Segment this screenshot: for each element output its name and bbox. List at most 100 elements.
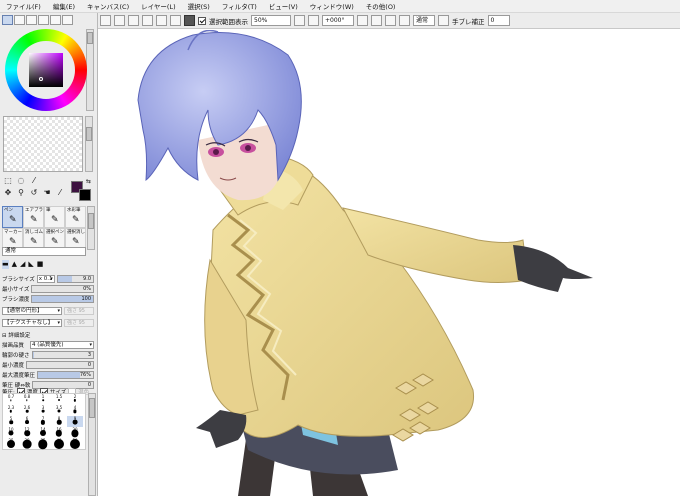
size-preset[interactable]: 5 bbox=[3, 416, 19, 427]
size-preset[interactable]: 1 bbox=[35, 394, 51, 405]
min-density-slider[interactable]: 0 bbox=[26, 360, 94, 369]
size-preset[interactable]: 1.5 bbox=[51, 394, 67, 405]
rotate-reset-button[interactable] bbox=[385, 15, 396, 26]
invert-selection-button[interactable] bbox=[128, 15, 139, 26]
brush-tool-pen[interactable]: ペン ✎ bbox=[2, 206, 23, 228]
swatch-mode-icon[interactable] bbox=[38, 15, 49, 25]
saturation-value-square[interactable] bbox=[29, 53, 63, 87]
clear-button[interactable] bbox=[184, 15, 195, 26]
scratchpad[interactable] bbox=[3, 116, 83, 172]
shape-round-icon[interactable]: ▲ bbox=[12, 260, 17, 269]
size-preset[interactable]: 0.7 bbox=[3, 394, 19, 405]
eyedropper-icon[interactable]: ⁄ bbox=[54, 187, 66, 198]
zoom-icon[interactable]: ⚲ bbox=[15, 187, 27, 198]
shape-square-icon[interactable]: ■ bbox=[37, 260, 44, 269]
brush-tool-airbrush[interactable]: エアブラシ ✎ bbox=[23, 206, 44, 228]
lasso-icon[interactable]: ◌ bbox=[15, 175, 27, 186]
size-preset[interactable]: 9 bbox=[67, 416, 83, 427]
min-size-slider[interactable]: 0% bbox=[31, 284, 94, 293]
hand-rotate-icon[interactable]: ↺ bbox=[28, 187, 40, 198]
swap-colors-icon[interactable]: ⇆ bbox=[86, 178, 91, 185]
size-preset[interactable]: 7 bbox=[35, 416, 51, 427]
shape-flat-icon[interactable]: ▬ bbox=[2, 259, 9, 269]
color-wheel-mode-icon[interactable] bbox=[2, 15, 13, 25]
flip-button[interactable] bbox=[399, 15, 410, 26]
size-preset[interactable]: 50 bbox=[67, 438, 83, 450]
brush-density-slider[interactable]: 100 bbox=[31, 294, 94, 303]
size-preset-label: 2 bbox=[73, 394, 77, 399]
size-preset[interactable]: 3.5 bbox=[51, 405, 67, 416]
size-preset[interactable]: 20 bbox=[67, 427, 83, 438]
stabilizer-field[interactable]: 0 bbox=[487, 15, 510, 26]
detail-settings-header[interactable]: ⊟ 詳細設定 bbox=[2, 331, 30, 339]
menu-item[interactable]: ファイル(F) bbox=[6, 1, 41, 11]
hand-icon[interactable]: ☚ bbox=[41, 187, 53, 198]
texture-select[interactable]: 【テクスチャなし】 bbox=[2, 318, 62, 327]
size-preset[interactable]: 8 bbox=[51, 416, 67, 427]
color-picker-marker[interactable] bbox=[39, 77, 43, 81]
brush-size-multiplier[interactable]: x 0.1 bbox=[36, 274, 55, 283]
transform-button[interactable] bbox=[142, 15, 153, 26]
size-preset[interactable]: 2.6 bbox=[19, 405, 35, 416]
size-preset[interactable]: 12 bbox=[19, 427, 35, 438]
size-preset[interactable]: 0.8 bbox=[19, 394, 35, 405]
free-transform-button[interactable] bbox=[170, 15, 181, 26]
scale-button[interactable] bbox=[156, 15, 167, 26]
size-preset[interactable]: 14 bbox=[35, 427, 51, 438]
size-preset[interactable]: 30 bbox=[19, 438, 35, 449]
selection-visible-checkbox[interactable] bbox=[198, 16, 206, 25]
blend-select[interactable]: 通常 bbox=[2, 247, 86, 256]
user-swatch-mode-icon[interactable] bbox=[50, 15, 61, 25]
size-preset[interactable]: 16 bbox=[51, 427, 67, 438]
menu-item[interactable]: ウィンドウ(W) bbox=[310, 1, 354, 11]
rotation-field[interactable]: +000° bbox=[322, 15, 354, 26]
deselect-button[interactable] bbox=[100, 15, 111, 26]
shape-soft-icon[interactable]: ◢ bbox=[20, 260, 25, 269]
menu-item[interactable]: 選択(S) bbox=[188, 1, 210, 11]
zoom-reset-button[interactable] bbox=[308, 15, 319, 26]
menu-item[interactable]: ビュー(V) bbox=[269, 1, 298, 11]
menu-item[interactable]: その他(O) bbox=[366, 1, 396, 11]
zoom-field[interactable]: 50% bbox=[251, 15, 291, 26]
size-preset[interactable]: 40 bbox=[51, 438, 67, 450]
menu-item[interactable]: 編集(E) bbox=[53, 1, 75, 11]
menu-item[interactable]: フィルタ(T) bbox=[222, 1, 257, 11]
size-preset[interactable]: 2 bbox=[67, 394, 83, 405]
brush-size-slider[interactable]: 9.0 bbox=[56, 274, 94, 283]
size-preset[interactable]: 25 bbox=[3, 438, 19, 449]
hsv-slider-mode-icon[interactable] bbox=[26, 15, 37, 25]
brush-tool-brush[interactable]: 筆 ✎ bbox=[44, 206, 65, 228]
shape-select[interactable]: 【通常の円形】 bbox=[2, 306, 62, 315]
background-color-swatch[interactable] bbox=[79, 189, 91, 201]
menu-item[interactable]: レイヤー(L) bbox=[141, 1, 176, 11]
size-preset[interactable]: 4 bbox=[67, 405, 83, 416]
zoom-out-button[interactable] bbox=[294, 15, 305, 26]
scratchpad-mode-icon[interactable] bbox=[62, 15, 73, 25]
move-icon[interactable]: ✥ bbox=[2, 187, 14, 198]
quality-select[interactable]: 4 (品質優先) bbox=[30, 340, 94, 349]
blend-mode-field[interactable]: 通常 bbox=[413, 15, 435, 26]
size-preset-dot bbox=[56, 420, 62, 425]
size-preset[interactable]: 10 bbox=[3, 427, 19, 438]
menu-bar: ファイル(F) 編集(E) キャンバス(C) レイヤー(L) 選択(S) フィルタ(T) ビ… bbox=[0, 0, 680, 13]
rect-select-icon[interactable]: ⬚ bbox=[2, 175, 14, 186]
brush-grid-scrollbar[interactable] bbox=[87, 206, 95, 250]
magic-wand-icon[interactable]: ⁄ bbox=[28, 175, 40, 186]
size-preset[interactable]: 35 bbox=[35, 438, 51, 450]
max-density-pressure-slider[interactable]: 76% bbox=[37, 370, 94, 379]
menu-item[interactable]: キャンバス(C) bbox=[87, 1, 129, 11]
shape-hard-icon[interactable]: ◣ bbox=[28, 260, 33, 269]
rgb-slider-mode-icon[interactable] bbox=[14, 15, 25, 25]
size-preset[interactable]: 3 bbox=[35, 405, 51, 416]
size-preset[interactable]: 2.3 bbox=[3, 405, 19, 416]
size-preset[interactable]: 6 bbox=[19, 416, 35, 427]
drawing-canvas[interactable] bbox=[98, 30, 680, 496]
color-panel-scrollbar[interactable] bbox=[86, 29, 94, 111]
scratchpad-scrollbar[interactable] bbox=[85, 116, 93, 172]
rotate-right-button[interactable] bbox=[371, 15, 382, 26]
rotate-left-button[interactable] bbox=[357, 15, 368, 26]
size-presets-scrollbar[interactable] bbox=[88, 393, 96, 496]
select-all-button[interactable] bbox=[114, 15, 125, 26]
edge-hardness-slider[interactable]: 3 bbox=[31, 350, 94, 359]
brush-tool-watercolor[interactable]: 水彩筆 ✎ bbox=[65, 206, 86, 228]
